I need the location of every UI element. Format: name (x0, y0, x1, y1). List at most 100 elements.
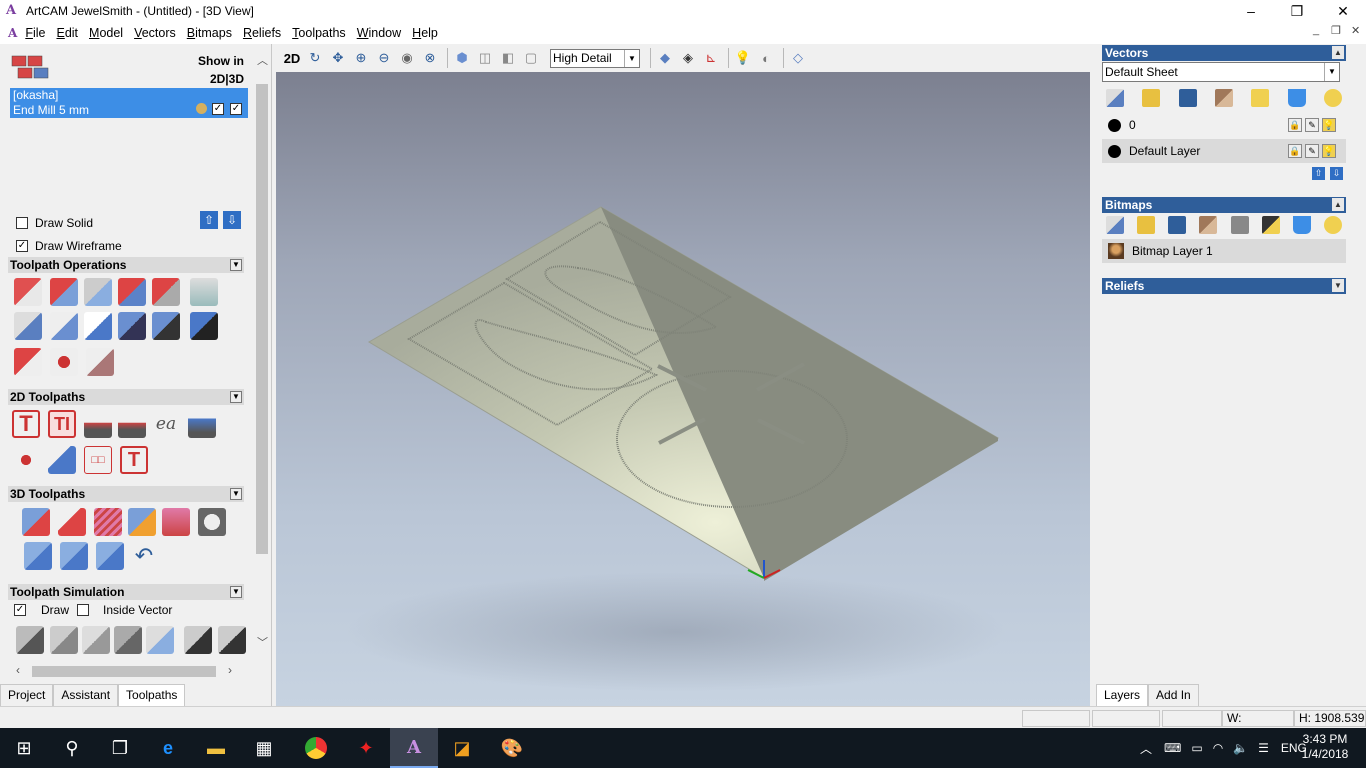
rotary-machine-icon[interactable] (24, 542, 52, 570)
engraving-icon[interactable]: ea (152, 410, 180, 438)
machine-vectors-icon[interactable] (12, 446, 40, 474)
pan-view-icon[interactable]: ✥ (328, 48, 348, 68)
chrome-icon[interactable] (292, 728, 340, 768)
merge-toolpaths-icon[interactable] (118, 278, 146, 306)
menu-toolpaths[interactable]: Toolpaths (292, 26, 346, 40)
mdi-close-button[interactable]: ✕ (1351, 24, 1360, 37)
reliefs-header[interactable]: Reliefs ▼ (1102, 278, 1346, 294)
draw-wireframe-option[interactable]: ✓ Draw Wireframe (16, 239, 122, 253)
rotary-axis-icon[interactable] (190, 312, 218, 340)
layer-visibility-icon[interactable] (1323, 89, 1342, 107)
edge-browser-icon[interactable]: e (144, 728, 192, 768)
edit-layer-icon[interactable]: ✎ (1305, 144, 1319, 158)
zoom-out-icon[interactable]: ⊖ (374, 48, 394, 68)
z-level-roughing-icon[interactable] (58, 508, 86, 536)
sheet-select[interactable]: Default Sheet ▼ (1102, 62, 1340, 82)
scroll-left-icon[interactable]: ‹ (16, 663, 20, 677)
add-toolpath-icon[interactable] (14, 348, 42, 376)
toolpaths-2d-header[interactable]: 2D Toolpaths ▼ (8, 389, 244, 405)
drilling-icon[interactable] (188, 410, 216, 438)
bulb-icon[interactable]: 💡 (1322, 118, 1336, 132)
scroll-right-icon[interactable]: › (228, 663, 232, 677)
toolpath-simulation-header[interactable]: Toolpath Simulation ▼ (8, 584, 244, 600)
bitmap-visibility-icon[interactable] (1323, 216, 1342, 234)
document-icon[interactable]: A (8, 26, 17, 40)
zoom-extents-icon[interactable]: ◉ (397, 48, 417, 68)
v-bit-carving-icon[interactable] (84, 410, 112, 438)
transform-toolpath-icon[interactable] (84, 278, 112, 306)
tab-project[interactable]: Project (0, 684, 54, 706)
outlook-icon[interactable]: ◪ (438, 728, 486, 768)
machine-relief-icon[interactable] (22, 508, 50, 536)
vertical-scrollbar[interactable]: ︿ ﹀ (254, 54, 270, 684)
tab-toolpaths[interactable]: Toolpaths (118, 684, 186, 706)
open-layer-icon[interactable] (1142, 89, 1161, 107)
vector-layer-0[interactable]: 0 🔒 ✎ 💡 (1102, 113, 1346, 137)
menu-reliefs[interactable]: Reliefs (243, 26, 281, 40)
sim-inside-vector-checkbox[interactable] (77, 604, 90, 616)
front-view-icon[interactable]: ◫ (475, 48, 495, 68)
vector-layer-default[interactable]: Default Layer 🔒 ✎ 💡 (1102, 139, 1346, 163)
ring-machining-icon[interactable] (96, 542, 124, 570)
block-setup-icon[interactable] (50, 312, 78, 340)
merge-bitmap-icon[interactable] (1199, 216, 1218, 234)
file-explorer-icon[interactable]: ▬ (192, 728, 240, 768)
calculate-toolpath-icon[interactable] (14, 278, 42, 306)
menu-model[interactable]: Model (89, 26, 123, 40)
lock-icon[interactable]: 🔒 (1288, 118, 1302, 132)
bitmap-properties-icon[interactable] (1261, 216, 1280, 234)
save-bitmap-icon[interactable] (1168, 216, 1187, 234)
save-simulation-icon[interactable] (184, 626, 212, 654)
view-2d-button[interactable]: 2D (282, 48, 302, 68)
menu-edit[interactable]: Edit (56, 26, 78, 40)
merge-layer-icon[interactable] (1214, 89, 1233, 107)
save-layer-icon[interactable] (1178, 89, 1197, 107)
toolpath-operations-header[interactable]: Toolpath Operations ▼ (8, 257, 244, 273)
scroll-down-icon[interactable]: ﹀ (257, 634, 268, 650)
menu-window[interactable]: Window (357, 26, 401, 40)
move-down-arrow-icon[interactable]: ⇩ (223, 211, 241, 229)
notifications-icon[interactable]: ☰ (1258, 741, 1269, 755)
load-simulation-icon[interactable] (218, 626, 246, 654)
store-icon[interactable]: ▦ (240, 728, 288, 768)
collapse-3d-toolpaths-icon[interactable]: ▼ (230, 488, 242, 500)
volume-icon[interactable]: 🔈 (1233, 741, 1248, 755)
load-toolpath-icon[interactable] (152, 312, 180, 340)
iso-view-icon[interactable]: ⬢ (452, 48, 472, 68)
draw-solid-option[interactable]: Draw Solid (16, 216, 93, 230)
feature-3d-icon[interactable] (128, 508, 156, 536)
layer-up-arrow-icon[interactable]: ⇧ (1312, 167, 1325, 180)
show-2d-checkbox[interactable]: ✓ (212, 103, 224, 115)
expand-reliefs-icon[interactable]: ▼ (1332, 279, 1344, 292)
material-setup-icon[interactable] (14, 312, 42, 340)
collapse-2d-toolpaths-icon[interactable]: ▼ (230, 391, 242, 403)
area-clearance-icon[interactable]: TI (48, 410, 76, 438)
zoom-in-icon[interactable]: ⊕ (351, 48, 371, 68)
collapse-vectors-icon[interactable]: ▲ (1332, 46, 1344, 59)
profile-toolpath-icon[interactable]: T (12, 410, 40, 438)
simulate-block-icon[interactable] (16, 626, 44, 654)
smart-engraving-icon[interactable]: T (120, 446, 148, 474)
collapse-bitmaps-icon[interactable]: ▲ (1332, 198, 1344, 211)
minimize-button[interactable]: – (1228, 0, 1274, 22)
menu-file[interactable]: File (25, 26, 45, 40)
sim-draw-checkbox[interactable]: ✓ (14, 604, 26, 616)
save-toolpath-icon[interactable] (118, 312, 146, 340)
network-adapter-icon[interactable]: ⌨ (1164, 741, 1181, 755)
axes-icon[interactable]: ⊾ (701, 48, 721, 68)
batch-calculate-icon[interactable] (152, 278, 180, 306)
scroll-up-icon[interactable]: ︿ (257, 52, 268, 68)
layer-down-arrow-icon[interactable]: ⇩ (1330, 167, 1343, 180)
tab-layers[interactable]: Layers (1096, 684, 1149, 706)
toolpaths-3d-header[interactable]: 3D Toolpaths ▼ (8, 486, 244, 502)
toolpath-info-icon[interactable] (50, 278, 78, 306)
windows-start-icon[interactable]: ⊞ (0, 728, 48, 768)
mdi-restore-button[interactable]: ❐ (1331, 24, 1341, 37)
vectors-header[interactable]: Vectors ▲ (1102, 45, 1346, 61)
pencil-milling-icon[interactable] (162, 508, 190, 536)
lock-icon[interactable]: 🔒 (1288, 144, 1302, 158)
cylinder-setup-icon[interactable] (84, 312, 112, 340)
feature-machining-icon[interactable]: □□ (84, 446, 112, 474)
draw-grid-icon[interactable]: ◈ (678, 48, 698, 68)
detail-level-select[interactable]: High Detail ▼ (550, 48, 640, 68)
